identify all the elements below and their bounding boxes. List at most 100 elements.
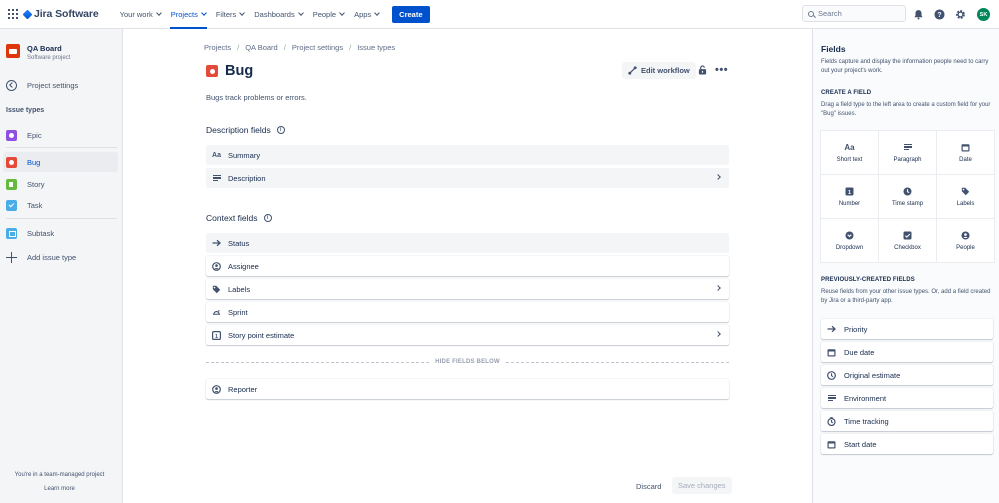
assignee-icon [212,261,221,271]
chevron-right-icon[interactable] [715,285,721,291]
chevron-right-icon[interactable] [715,174,721,180]
edit-workflow-button[interactable]: Edit workflow [622,62,696,79]
help-icon[interactable]: ? [934,9,945,20]
field-status[interactable]: Status [206,233,729,253]
field-description[interactable]: Description [206,168,729,188]
previous-field-label: Due date [844,347,875,357]
summary-icon: Aa [212,151,221,159]
workflow-icon [628,66,637,75]
breadcrumb: Projects / QA Board / Project settings / Is… [204,43,395,52]
nav-people[interactable]: People [308,0,349,29]
page-title[interactable]: Bug [225,63,253,79]
settings-gear-icon[interactable] [955,9,966,20]
field-type-paragraph[interactable]: Paragraph [879,131,936,174]
field-type-date[interactable]: Date [937,131,994,174]
sidebar-item-bug[interactable]: Bug [3,152,118,172]
add-issue-type-label: Add issue type [27,252,77,262]
previous-field-original-estimate[interactable]: Original estimate [821,365,993,385]
field-sprint[interactable]: Sprint [206,302,729,322]
user-avatar[interactable]: SK [977,8,990,21]
edit-workflow-label: Edit workflow [641,66,690,75]
field-type-people[interactable]: People [937,219,994,262]
bug-icon [6,156,17,168]
primary-nav: Your work Projects Filters Dashboards Pe… [115,0,385,29]
project-sidebar: QA Board Software project Project settin… [0,29,123,503]
dashed-line [206,361,430,363]
sidebar-item-subtask[interactable]: Subtask [3,223,118,243]
field-label: Summary [228,150,261,160]
info-icon[interactable]: i [276,126,285,134]
breadcrumb-qa-board[interactable]: QA Board [245,43,278,52]
project-name: QA Board [27,44,62,53]
previous-field-start-date[interactable]: Start date [821,434,993,454]
labels-icon [212,285,221,294]
sidebar-item-label: Task [27,200,43,210]
previous-field-environment[interactable]: Environment [821,388,993,408]
field-type-number[interactable]: 1 Number [821,175,878,218]
app-switcher-icon[interactable] [8,9,18,19]
field-type-label: Time stamp [891,200,924,207]
status-icon [212,239,221,248]
field-type-dropdown[interactable]: Dropdown [821,219,878,262]
breadcrumb-separator: / [237,43,240,52]
search-input[interactable]: Search [802,5,906,22]
field-labels[interactable]: Labels [206,279,729,299]
field-type-label: Number [838,200,861,207]
sprint-icon [212,308,221,317]
nav-projects[interactable]: Projects [166,0,211,29]
nav-apps[interactable]: Apps [349,0,384,29]
add-issue-type-button[interactable]: Add issue type [3,247,118,267]
notifications-bell-icon[interactable] [913,9,924,20]
original-estimate-icon [827,370,836,380]
priority-icon [827,325,836,334]
issue-types-heading: Issue types [6,107,45,114]
nav-your-work[interactable]: Your work [115,0,166,29]
save-changes-button[interactable]: Save changes [672,477,732,494]
breadcrumb-project-settings[interactable]: Project settings [292,43,343,52]
discard-button[interactable]: Discard [636,482,661,491]
create-button[interactable]: Create [392,5,430,23]
breadcrumb-projects[interactable]: Projects [204,43,231,52]
top-navigation: Jira Software Your work Projects Filters… [0,0,999,29]
paragraph-icon [903,143,912,152]
jira-logo[interactable]: Jira Software [22,8,99,20]
sidebar-item-story[interactable]: Story [3,174,118,194]
breadcrumb-issue-types[interactable]: Issue types [357,43,395,52]
field-summary[interactable]: Aa Summary [206,145,729,165]
previous-field-label: Original estimate [844,370,901,380]
bug-icon [206,65,218,77]
field-type-label: Short text [836,156,863,163]
task-icon [6,199,17,211]
field-type-time-stamp[interactable]: Time stamp [879,175,936,218]
nav-dashboards-label: Dashboards [254,9,295,19]
lock-icon[interactable] [698,65,707,75]
chevron-right-icon[interactable] [715,331,721,337]
previous-field-due-date[interactable]: Due date [821,342,993,362]
subtask-icon [6,227,17,239]
field-type-short-text[interactable]: Aa Short text [821,131,878,174]
sidebar-item-epic[interactable]: Epic [3,125,118,145]
nav-filters[interactable]: Filters [211,0,249,29]
info-icon[interactable]: i [263,214,272,222]
back-to-project-settings[interactable]: Project settings [6,80,78,91]
sidebar-item-task[interactable]: Task [3,195,118,215]
previously-created-heading: PREVIOUSLY-CREATED FIELDS [821,277,915,283]
field-reporter[interactable]: Reporter [206,379,729,399]
learn-more-link[interactable]: Learn more [0,486,119,492]
story-point-icon: 1 [212,330,221,340]
field-story-point-estimate[interactable]: 1 Story point estimate [206,325,729,345]
context-fields-title: Context fields [206,213,258,223]
previous-field-priority[interactable]: Priority [821,319,993,339]
field-label: Assignee [228,261,259,271]
field-type-labels[interactable]: Labels [937,175,994,218]
field-type-checkbox[interactable]: Checkbox [879,219,936,262]
field-assignee[interactable]: Assignee [206,256,729,276]
issue-type-description[interactable]: Bugs track problems or errors. [206,93,307,102]
previous-field-time-tracking[interactable]: Time tracking [821,411,993,431]
previous-field-label: Start date [844,439,877,449]
field-type-label: People [956,244,975,251]
sidebar-item-label: Story [27,179,45,189]
sidebar-divider [6,147,117,148]
nav-dashboards[interactable]: Dashboards [249,0,307,29]
more-actions-icon[interactable]: ••• [715,65,728,76]
